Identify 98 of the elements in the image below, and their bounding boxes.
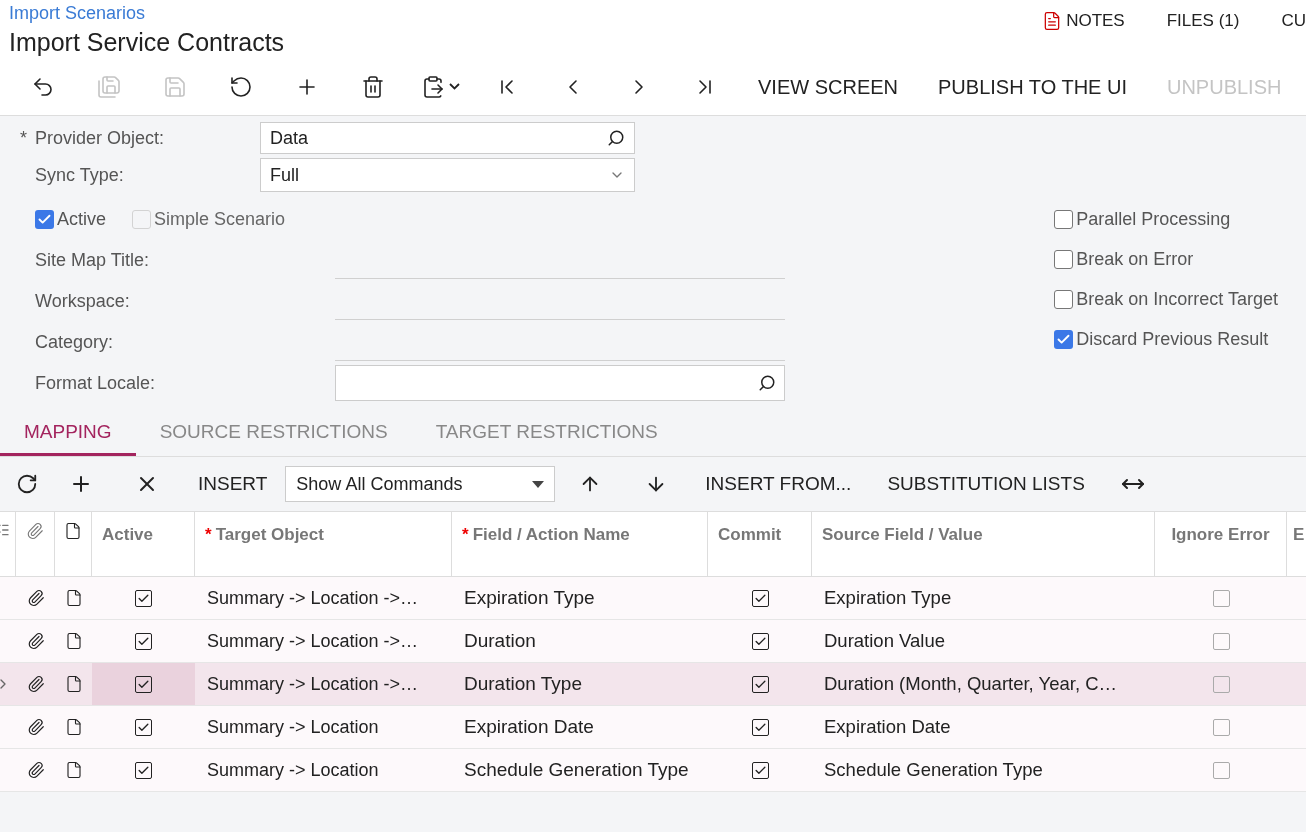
checkbox[interactable]: [1212, 761, 1230, 779]
checkbox-label: Break on Error: [1076, 247, 1194, 271]
field-label: Workspace:: [35, 290, 131, 313]
checkbox-label: Discard Previous Result: [1076, 327, 1269, 351]
paperclip-icon[interactable]: [26, 675, 45, 693]
checkbox[interactable]: [135, 675, 152, 693]
checkbox-label: Break on Incorrect Target: [1076, 287, 1278, 311]
search-icon: [758, 374, 776, 392]
required-mark: *: [20, 127, 27, 148]
chevron-down-icon: [448, 83, 460, 90]
page-title: Import Service Contracts: [9, 27, 285, 58]
dropdown-triangle-icon: [532, 480, 545, 488]
column-header[interactable]: Source Field / Value: [822, 522, 983, 548]
checkbox[interactable]: [751, 718, 769, 736]
checkbox[interactable]: [1054, 329, 1074, 349]
checkbox[interactable]: [751, 632, 769, 650]
field-label: Category:: [35, 331, 115, 354]
table-cell-text: Duration Type: [463, 671, 583, 696]
trash-icon: [361, 74, 385, 99]
table-row[interactable]: Summary -> Location ->… Expiration Type Expiration Type: [0, 577, 1306, 620]
field-label: Provider Object:: [35, 126, 166, 150]
table-cell-text: Summary -> Location: [206, 715, 380, 739]
column-header[interactable]: Ignore Error: [1171, 522, 1270, 548]
checkbox[interactable]: [1212, 589, 1230, 607]
checkbox[interactable]: [135, 718, 152, 736]
checkbox[interactable]: [1054, 209, 1074, 229]
file-icon[interactable]: [64, 718, 83, 736]
refresh-icon: [16, 473, 38, 495]
checkbox-label: Active: [57, 207, 107, 231]
field-label: Site Map Title:: [35, 249, 151, 272]
column-header[interactable]: Field / Action Name: [472, 522, 630, 548]
table-cell-text: Duration (Month, Quarter, Year, C…: [823, 672, 1119, 697]
checkbox[interactable]: [135, 761, 152, 779]
checkbox[interactable]: [1054, 289, 1074, 309]
file-icon[interactable]: [64, 589, 83, 607]
table-cell-text: Summary -> Location: [206, 758, 380, 782]
insert-button[interactable]: INSERT: [180, 464, 286, 504]
table-row[interactable]: Summary -> Location ->… Duration Duration Value: [0, 620, 1306, 663]
table-cell-text: Expiration Date: [823, 715, 952, 740]
table-cell-text: Duration: [463, 628, 537, 653]
tab[interactable]: MAPPING: [0, 411, 136, 456]
column-header[interactable]: Active: [102, 522, 154, 548]
table-row[interactable]: Summary -> Location ->… Duration Type Duration (Month, Quarter, Year, C…: [0, 663, 1306, 706]
checkbox[interactable]: [751, 761, 769, 779]
insert-from-button[interactable]: INSERT FROM...: [687, 464, 870, 504]
column-header[interactable]: E: [1293, 522, 1305, 548]
checkbox-label: Simple Scenario: [154, 207, 286, 231]
header-link[interactable]: CU: [1281, 10, 1306, 32]
table-cell-text: Duration Value: [823, 629, 946, 654]
table-cell-text: Expiration Date: [463, 714, 595, 739]
field-label: Format Locale:: [35, 371, 157, 395]
column-header[interactable]: Target Object: [215, 522, 324, 548]
checkbox[interactable]: [35, 209, 54, 229]
paperclip-icon[interactable]: [26, 589, 45, 607]
checkbox-label: Parallel Processing: [1076, 207, 1231, 231]
save-icon: [97, 74, 121, 99]
file-icon[interactable]: [64, 632, 83, 650]
checkbox[interactable]: [1212, 632, 1230, 650]
file-icon[interactable]: [64, 761, 83, 779]
checkbox[interactable]: [1212, 675, 1230, 693]
column-header[interactable]: Commit: [718, 522, 782, 548]
header-link[interactable]: FILES (1): [1166, 10, 1240, 32]
checkbox[interactable]: [135, 589, 152, 607]
table-cell-text: Schedule Generation Type: [823, 758, 1044, 783]
table-row[interactable]: Summary -> Location Schedule Generation Type Schedule Generation Type: [0, 749, 1306, 792]
commands-dropdown[interactable]: Show All Commands: [285, 466, 556, 502]
sync-type-dropdown[interactable]: Full: [260, 158, 635, 192]
file-icon[interactable]: [64, 675, 83, 693]
table-cell-text: Expiration Type: [823, 586, 953, 611]
paperclip-icon: [26, 522, 44, 540]
toolbar-button[interactable]: VIEW SCREEN: [738, 66, 919, 107]
paperclip-icon[interactable]: [26, 718, 45, 736]
search-icon: [607, 129, 625, 147]
checkbox[interactable]: [135, 632, 152, 650]
breadcrumb-link[interactable]: Import Scenarios: [9, 0, 285, 26]
table-cell-text: Summary -> Location ->…: [206, 629, 420, 653]
notes-button[interactable]: NOTES: [1042, 10, 1125, 32]
paperclip-icon[interactable]: [26, 632, 45, 650]
toolbar-button[interactable]: PUBLISH TO THE UI: [918, 66, 1147, 107]
field-label: Sync Type:: [35, 163, 125, 187]
checkbox[interactable]: [751, 675, 769, 693]
checkbox[interactable]: [751, 589, 769, 607]
save-icon: [163, 74, 187, 99]
paperclip-icon[interactable]: [26, 761, 45, 779]
table-cell-text: Summary -> Location ->…: [206, 672, 420, 696]
table-cell-text: Summary -> Location ->…: [206, 586, 420, 610]
table-cell-text: Expiration Type: [463, 585, 596, 610]
provider-object-field[interactable]: Data: [260, 122, 635, 154]
file-icon: [64, 522, 82, 540]
required-mark: *: [205, 524, 212, 546]
table-row[interactable]: Summary -> Location Expiration Date Expiration Date: [0, 706, 1306, 749]
checkbox[interactable]: [1054, 249, 1074, 269]
format-locale-field[interactable]: [335, 365, 785, 401]
undo-icon: [229, 74, 253, 99]
substitution-lists-button[interactable]: SUBSTITUTION LISTS: [869, 464, 1103, 504]
table-cell-text: Schedule Generation Type: [463, 757, 690, 782]
required-mark: *: [462, 524, 469, 546]
checkbox[interactable]: [1212, 718, 1230, 736]
